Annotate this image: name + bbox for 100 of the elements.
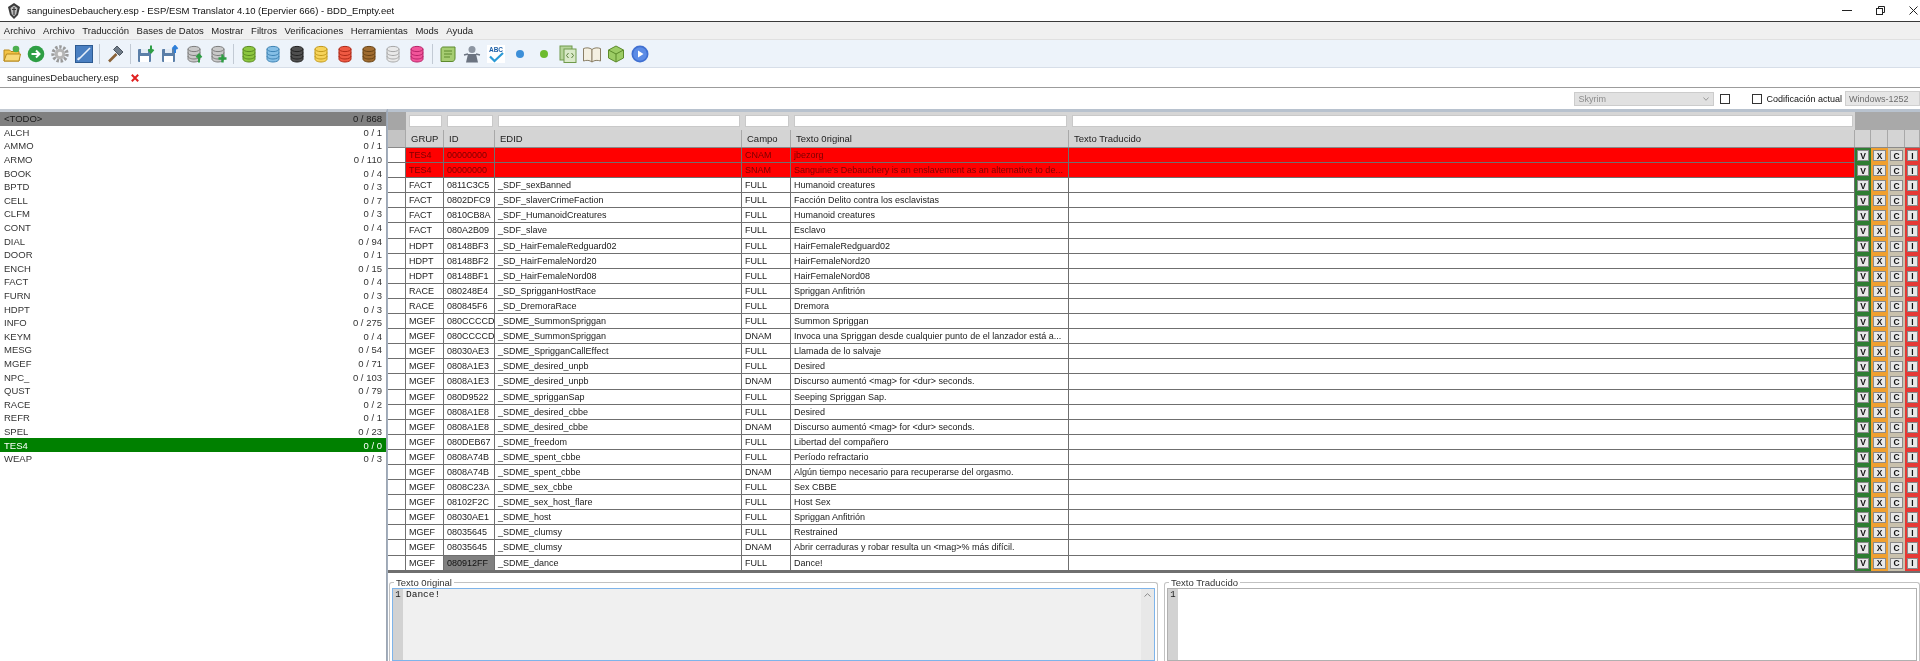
row-action-button[interactable]: X	[1871, 374, 1888, 390]
row-selector[interactable]	[388, 163, 406, 179]
row-action-button[interactable]: X	[1871, 208, 1888, 224]
table-row[interactable]: FACT 080A2B09 _SDF_slave FULL Esclavo V X C I	[388, 223, 1920, 239]
character-icon[interactable]	[463, 44, 481, 63]
row-selector[interactable]	[388, 329, 406, 345]
menu-item[interactable]: Traducción	[78, 22, 133, 39]
list-item[interactable]: <TODO> 0 / 868	[0, 112, 386, 126]
column-header[interactable]: Texto 0riginal	[791, 130, 1069, 147]
row-action-button[interactable]: V	[1855, 148, 1871, 164]
menu-item[interactable]: Herramientas	[346, 22, 412, 39]
row-action-button[interactable]: I	[1905, 359, 1920, 375]
table-row[interactable]: TES4 00000000 CNAM jbezorg V X C I	[388, 148, 1920, 164]
table-row[interactable]: MGEF 08030AE1 _SDME_host FULL Spriggan Anfitrión V X C I	[388, 510, 1920, 526]
dot-icon[interactable]	[516, 49, 524, 58]
row-action-button[interactable]: C	[1888, 359, 1905, 375]
row-action-button[interactable]: C	[1888, 540, 1905, 556]
column-header[interactable]: Campo	[742, 130, 791, 147]
row-selector[interactable]	[388, 178, 406, 194]
column-header[interactable]: ID	[444, 130, 495, 147]
row-action-button[interactable]: I	[1905, 525, 1920, 541]
package-icon[interactable]	[607, 44, 625, 63]
row-action-button[interactable]: X	[1871, 163, 1888, 179]
filter-field[interactable]	[498, 115, 740, 127]
restore-icon[interactable]	[1876, 6, 1885, 15]
row-action-button[interactable]: C	[1888, 329, 1905, 345]
row-action-button[interactable]: C	[1888, 510, 1905, 526]
row-selector[interactable]	[388, 314, 406, 330]
row-selector[interactable]	[388, 540, 406, 556]
row-action-button[interactable]: V	[1855, 374, 1871, 390]
menu-item[interactable]: Ayuda	[442, 22, 477, 39]
row-action-button[interactable]: I	[1905, 540, 1920, 556]
table-row[interactable]: TES4 00000000 SNAM Sanguine's Debauchery is an enslavement as an alternative to de... V X C I	[388, 163, 1920, 179]
row-selector[interactable]	[388, 374, 406, 390]
filter-field[interactable]	[794, 115, 1067, 127]
row-action-button[interactable]: V	[1855, 223, 1871, 239]
row-action-button[interactable]: X	[1871, 148, 1888, 164]
row-action-button[interactable]: I	[1905, 480, 1920, 496]
row-action-button[interactable]: I	[1905, 510, 1920, 526]
row-action-button[interactable]: I	[1905, 374, 1920, 390]
row-selector[interactable]	[388, 495, 406, 511]
menu-item[interactable]: Archivo	[39, 22, 79, 39]
row-action-button[interactable]: I	[1905, 223, 1920, 239]
row-action-button[interactable]: C	[1888, 344, 1905, 360]
row-action-button[interactable]: X	[1871, 359, 1888, 375]
row-action-button[interactable]: C	[1888, 208, 1905, 224]
column-header[interactable]: EDID	[495, 130, 742, 147]
arrow-right-circle-icon[interactable]	[27, 44, 45, 63]
table-row[interactable]: MGEF 08102F2C _SDME_sex_host_flare FULL Host Sex V X C I	[388, 495, 1920, 511]
database-icon[interactable]	[288, 44, 306, 63]
filter-field[interactable]	[1072, 115, 1853, 127]
row-action-button[interactable]: X	[1871, 314, 1888, 330]
list-item[interactable]: TES4 0 / 0	[0, 438, 386, 452]
row-action-button[interactable]: V	[1855, 314, 1871, 330]
row-action-button[interactable]: V	[1855, 193, 1871, 209]
dot-icon[interactable]	[540, 49, 548, 58]
row-action-button[interactable]: V	[1855, 480, 1871, 496]
menu-item[interactable]: Verificaciones	[280, 22, 347, 39]
table-row[interactable]: FACT 0811C3C5 _SDF_sexBanned FULL Humanoid creatures V X C I	[388, 178, 1920, 194]
row-action-button[interactable]: I	[1905, 163, 1920, 179]
scroll-icon[interactable]	[439, 44, 457, 63]
row-action-button[interactable]: X	[1871, 525, 1888, 541]
disk-down-arrow-icon[interactable]	[137, 44, 155, 63]
row-action-button[interactable]: V	[1855, 344, 1871, 360]
row-action-button[interactable]: I	[1905, 495, 1920, 511]
row-action-button[interactable]: C	[1888, 374, 1905, 390]
menu-item[interactable]: Mostrar	[207, 22, 248, 39]
scrollbar[interactable]	[1141, 588, 1154, 660]
row-action-button[interactable]: I	[1905, 208, 1920, 224]
play-icon[interactable]	[631, 44, 649, 63]
disk-up-arrow-icon[interactable]	[161, 44, 179, 63]
hammer-icon[interactable]	[106, 44, 124, 63]
row-action-button[interactable]: V	[1855, 540, 1871, 556]
row-action-button[interactable]: X	[1871, 329, 1888, 345]
row-action-button[interactable]: I	[1905, 148, 1920, 164]
row-action-button[interactable]: V	[1855, 329, 1871, 345]
row-action-button[interactable]: I	[1905, 329, 1920, 345]
row-action-button[interactable]: X	[1871, 540, 1888, 556]
row-selector[interactable]	[388, 208, 406, 224]
row-selector[interactable]	[388, 344, 406, 360]
code-document-icon[interactable]	[559, 44, 577, 63]
row-action-button[interactable]: X	[1871, 223, 1888, 239]
row-action-button[interactable]: X	[1871, 480, 1888, 496]
row-action-button[interactable]: X	[1871, 510, 1888, 526]
row-action-button[interactable]: C	[1888, 148, 1905, 164]
row-action-button[interactable]: X	[1871, 344, 1888, 360]
table-row[interactable]: MGEF 080CCCCD _SDME_SummonSpriggan DNAM Invoca una Spriggan desde cualquier punto de el lanzador está a... V X C I	[388, 329, 1920, 345]
row-action-button[interactable]: C	[1888, 163, 1905, 179]
row-action-button[interactable]: V	[1855, 495, 1871, 511]
row-action-button[interactable]: I	[1905, 193, 1920, 209]
filter-field[interactable]	[409, 115, 442, 127]
table-row[interactable]: MGEF 080CCCCD _SDME_SummonSpriggan FULL Summon Spriggan V X C I	[388, 314, 1920, 330]
row-action-button[interactable]: V	[1855, 359, 1871, 375]
table-row[interactable]: MGEF 0808A1E3 _SDME_desired_unpb DNAM Discurso aumentó <mag> for <dur> seconds. V X C I	[388, 374, 1920, 390]
table-row[interactable]: MGEF 08035645 _SDME_clumsy DNAM Abrir cerraduras y robar resulta un <mag>% más difícil. V X C I	[388, 540, 1920, 556]
row-selector[interactable]	[388, 480, 406, 496]
book-icon[interactable]	[583, 44, 601, 63]
row-action-button[interactable]: V	[1855, 525, 1871, 541]
close-icon[interactable]	[1909, 6, 1918, 15]
row-selector[interactable]	[388, 148, 406, 164]
